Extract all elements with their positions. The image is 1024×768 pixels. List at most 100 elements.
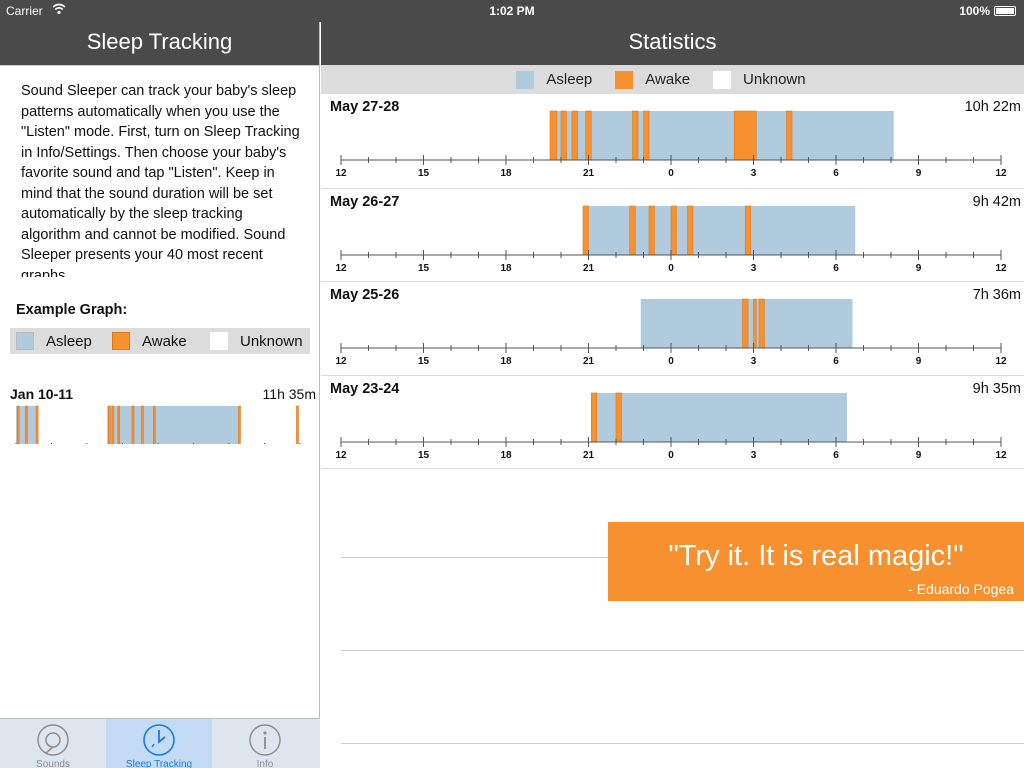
legend-awake-label: Awake (142, 332, 187, 350)
sleep-graph-svg: 12 15 18 21 0 3 6 9 12 (335, 298, 1007, 367)
awake-segment (152, 405, 156, 449)
awake-segment (560, 110, 567, 161)
testimonial-author: - Eduardo Pogea (908, 581, 1014, 597)
tick-label: 18 (500, 263, 512, 274)
sleep-graph-svg: 12 15 18 21 0 3 6 9 12 (335, 392, 1007, 461)
awake-segment (632, 110, 639, 161)
asleep-swatch (16, 332, 34, 350)
sleep-graph-row[interactable]: 12 15 18 21 0 3 6 9 12 May 27-28 10h 22m (321, 94, 1024, 189)
legend-asleep: Asleep (516, 70, 593, 89)
graph-date: May 25-26 (330, 287, 400, 303)
legend-unknown: Unknown (713, 70, 806, 89)
battery-percent: 100% (959, 4, 990, 18)
sleep-tracking-description: Sound Sleeper can track your baby's slee… (21, 83, 300, 277)
tick-label: 6 (833, 450, 839, 461)
awake-segment (590, 392, 598, 443)
sleep-graph-list[interactable]: 12 15 18 21 0 3 6 9 12 May 27-28 10h 22m 12 15 18 21 0 3… (321, 94, 1024, 469)
tab-bar: Sounds Sleep Tracking Info (0, 718, 320, 768)
right-navbar: Statistics (321, 22, 1024, 65)
tick-label: 12 (335, 356, 347, 367)
tab-sounds[interactable]: Sounds (0, 719, 106, 768)
tick-label: 3 (751, 263, 757, 274)
tick-label: 9 (916, 356, 922, 367)
graph-date: May 23-24 (330, 381, 400, 397)
info-icon (249, 724, 281, 756)
sleep-graph-svg: 12 15 18 21 0 3 6 9 12 (335, 110, 1007, 179)
tick-label: 21 (583, 168, 595, 179)
legend-unknown-label: Unknown (240, 332, 303, 350)
awake-segment (585, 110, 592, 161)
awake-segment (111, 405, 115, 449)
awake-segment (35, 405, 39, 449)
awake-segment (733, 110, 757, 161)
awake-segment (670, 205, 677, 256)
legend-awake-label: Awake (645, 71, 691, 88)
tick-label: 6 (833, 168, 839, 179)
awake-segment (758, 298, 765, 349)
app-screen: Carrier 1:02 PM 100% Sleep Tracking Soun… (0, 0, 1024, 768)
tab-sleep-tracking[interactable]: Sleep Tracking (106, 719, 212, 768)
tick-label: 15 (418, 356, 430, 367)
legend-asleep-label: Asleep (546, 71, 593, 88)
legend-awake: Awake (112, 332, 210, 350)
tick-label: 15 (418, 263, 430, 274)
tick-label: 0 (668, 263, 674, 274)
awake-segment (108, 405, 111, 449)
awake-segment (615, 392, 622, 443)
tick-label: 18 (500, 450, 512, 461)
sleep-graph-row[interactable]: 12 15 18 21 0 3 6 9 12 May 26-27 9h 42m (321, 189, 1024, 282)
statistics-panel: Statistics Asleep Awake Unknown 12 15 18 21… (321, 22, 1024, 768)
tick-label: 21 (583, 263, 595, 274)
awake-segment (753, 298, 757, 349)
tick-label: 3 (751, 356, 757, 367)
tab-sleep-tracking-label: Sleep Tracking (125, 759, 193, 768)
sleep-graph-row[interactable]: 12 15 18 21 0 3 6 9 12 May 23-24 9h 35m (321, 376, 1024, 469)
tick-label: 12 (995, 450, 1007, 461)
tick-label: 12 (335, 450, 347, 461)
example-graph-date: Jan 10-11 (10, 386, 74, 402)
example-graph-header: Jan 10-11 11h 35m (10, 362, 316, 402)
awake-segment (238, 405, 241, 449)
battery-icon (994, 6, 1016, 16)
left-panel-title: Sleep Tracking (86, 29, 233, 54)
empty-row-divider (341, 650, 1024, 651)
tab-info[interactable]: Info (212, 719, 318, 768)
legend-unknown: Unknown (210, 332, 306, 350)
awake-segment (16, 405, 20, 449)
sleep-graph-row[interactable]: 12 15 18 21 0 3 6 9 12 May 25-26 7h 36m (321, 282, 1024, 376)
awake-segment (296, 405, 299, 449)
awake-segment (643, 110, 650, 161)
status-bar: Carrier 1:02 PM 100% (0, 0, 1024, 22)
tick-label: 12 (335, 263, 347, 274)
tick-label: 21 (583, 450, 595, 461)
legend-asleep-label: Asleep (46, 332, 92, 350)
tick-label: 0 (668, 356, 674, 367)
tick-label: 3 (751, 450, 757, 461)
clock-time: 1:02 PM (489, 4, 535, 18)
sleep-tracking-panel: Sleep Tracking Sound Sleeper can track y… (0, 22, 320, 768)
example-graph-duration: 11h 35m (262, 386, 316, 402)
example-graph-label: Example Graph: (16, 302, 128, 318)
example-sleep-graph: Jan 10-1111h 35m12151821036912 (10, 362, 316, 463)
legend-unknown-label: Unknown (743, 71, 806, 88)
asleep-segment (583, 206, 856, 255)
awake-segment (141, 405, 144, 449)
right-panel-title: Statistics (628, 29, 717, 54)
tick-label: 9 (916, 168, 922, 179)
tick-label: 6 (833, 356, 839, 367)
legend-asleep: Asleep (16, 332, 112, 350)
awake-segment (25, 405, 28, 449)
testimonial-banner: "Try it. It is real magic!" - Eduardo Po… (608, 522, 1024, 601)
statistics-legend: Asleep Awake Unknown (321, 65, 1024, 94)
awake-segment (571, 110, 578, 161)
tab-info-label: Info (256, 759, 274, 768)
unknown-swatch (210, 332, 228, 350)
asleep-segment (550, 111, 894, 160)
asleep-swatch (516, 70, 535, 89)
tick-label: 15 (418, 168, 430, 179)
tick-label: 12 (995, 356, 1007, 367)
graph-date: May 26-27 (330, 194, 400, 210)
asleep-segment (591, 393, 847, 442)
graph-duration: 10h 22m (964, 99, 1021, 115)
awake-segment (687, 205, 694, 256)
